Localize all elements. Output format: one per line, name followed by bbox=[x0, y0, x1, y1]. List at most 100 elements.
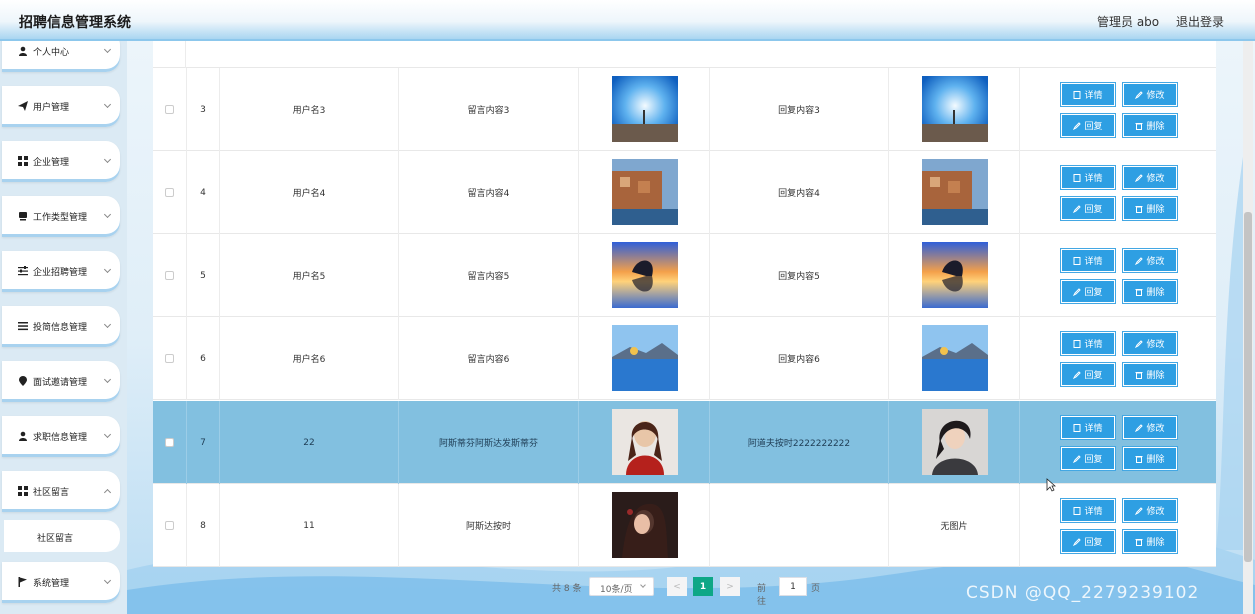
row-message: 阿斯达按时 bbox=[398, 484, 578, 567]
location-icon bbox=[19, 376, 27, 386]
sidebar-item-label: 社区留言 bbox=[33, 488, 70, 498]
detail-button[interactable]: 详情 bbox=[1060, 331, 1116, 356]
detail-button[interactable]: 详情 bbox=[1060, 165, 1116, 190]
row-checkbox-cell[interactable] bbox=[153, 317, 186, 400]
reply-button[interactable]: 回复 bbox=[1060, 446, 1116, 471]
reply-button[interactable]: 回复 bbox=[1060, 279, 1116, 304]
row-checkbox[interactable] bbox=[165, 271, 174, 280]
delete-button[interactable]: 删除 bbox=[1122, 196, 1178, 221]
row-checkbox[interactable] bbox=[165, 354, 174, 363]
logout-link[interactable]: 退出登录 bbox=[1176, 15, 1224, 29]
submenu-item-community-message[interactable]: 社区留言 bbox=[4, 520, 120, 552]
row-username: 用户名5 bbox=[219, 234, 398, 317]
scrollbar-thumb[interactable] bbox=[1244, 212, 1252, 562]
sidebar-item-interview-invitation[interactable]: 面试邀请管理 bbox=[2, 361, 120, 402]
top-bar: 招聘信息管理系统 管理员 abo 退出登录 bbox=[0, 0, 1255, 41]
table-row: 8 11 阿斯达按时 无图片 详情 修改 回复 删除 bbox=[153, 484, 1216, 567]
sidebar-item-label: 企业管理 bbox=[33, 158, 70, 168]
delete-button[interactable]: 删除 bbox=[1122, 529, 1178, 554]
user-icon bbox=[19, 431, 27, 441]
row-index: 8 bbox=[186, 484, 219, 567]
next-page-button[interactable]: > bbox=[720, 577, 740, 596]
row-reply-image-cell bbox=[888, 317, 1019, 400]
trash-icon bbox=[1135, 371, 1143, 379]
row-checkbox[interactable] bbox=[165, 438, 174, 447]
delete-button[interactable]: 删除 bbox=[1122, 446, 1178, 471]
row-checkbox-cell[interactable] bbox=[153, 68, 186, 151]
sidebar-item-personal-center[interactable]: 个人中心 bbox=[2, 41, 120, 72]
row-actions: 详情 修改 回复 删除 bbox=[1019, 234, 1216, 317]
row-message-image-cell bbox=[578, 317, 709, 400]
table-row: 回复 删除 bbox=[153, 41, 1216, 68]
row-actions: 详情 修改 回复 删除 bbox=[1019, 401, 1216, 484]
reply-button[interactable]: 回复 bbox=[1060, 529, 1116, 554]
document-icon bbox=[1073, 339, 1081, 348]
sidebar-item-company-recruitment[interactable]: 企业招聘管理 bbox=[2, 251, 120, 292]
delete-button[interactable]: 删除 bbox=[1122, 279, 1178, 304]
sidebar-item-community-message[interactable]: 社区留言 bbox=[2, 471, 120, 512]
row-message: 留言内容5 bbox=[398, 234, 578, 317]
chevron-down-icon bbox=[103, 375, 112, 384]
row-checkbox[interactable] bbox=[165, 105, 174, 114]
row-username: 22 bbox=[219, 401, 398, 484]
delete-button[interactable]: 删除 bbox=[1122, 113, 1178, 138]
edit-button[interactable]: 修改 bbox=[1122, 82, 1178, 107]
trash-icon bbox=[1135, 288, 1143, 296]
submenu-item-label: 社区留言 bbox=[37, 534, 74, 544]
table-row-selected: 7 22 阿斯蒂芬阿斯达发斯蒂芬 阿道夫按时2222222222 详情 修改 回… bbox=[153, 401, 1216, 484]
detail-button[interactable]: 详情 bbox=[1060, 498, 1116, 523]
trash-icon bbox=[1135, 122, 1143, 130]
admin-user-label[interactable]: 管理员 abo bbox=[1097, 15, 1159, 29]
row-reply bbox=[709, 484, 888, 567]
send-icon bbox=[18, 101, 28, 111]
message-table: 回复 删除 3 用户名3 留言内容3 回复内容3 详情 修改 bbox=[153, 41, 1216, 567]
edit-button[interactable]: 修改 bbox=[1122, 331, 1178, 356]
row-actions: 详情 修改 回复 删除 bbox=[1019, 151, 1216, 234]
sidebar-item-resume-management[interactable]: 投简信息管理 bbox=[2, 306, 120, 347]
sidebar-item-job-type-management[interactable]: 工作类型管理 bbox=[2, 196, 120, 237]
edit-icon bbox=[1073, 370, 1082, 379]
delete-button[interactable]: 删除 bbox=[1122, 362, 1178, 387]
sidebar-item-user-management[interactable]: 用户管理 bbox=[2, 86, 120, 127]
trash-icon bbox=[1135, 455, 1143, 463]
chevron-down-icon bbox=[640, 582, 646, 588]
row-checkbox-cell[interactable] bbox=[153, 234, 186, 317]
edit-button[interactable]: 修改 bbox=[1122, 165, 1178, 190]
document-icon bbox=[1073, 256, 1081, 265]
edit-button[interactable]: 修改 bbox=[1122, 248, 1178, 273]
edit-button[interactable]: 修改 bbox=[1122, 415, 1178, 440]
goto-page-input[interactable]: 1 bbox=[779, 577, 807, 596]
edit-icon bbox=[1135, 256, 1144, 265]
row-message-image-cell bbox=[578, 68, 709, 151]
table-row: 3 用户名3 留言内容3 回复内容3 详情 修改 回复 删除 bbox=[153, 68, 1216, 151]
row-checkbox[interactable] bbox=[165, 521, 174, 530]
sidebar-item-label: 用户管理 bbox=[33, 103, 70, 113]
sidebar-item-label: 求职信息管理 bbox=[33, 433, 88, 443]
prev-page-button[interactable]: < bbox=[667, 577, 687, 596]
page-size-select[interactable]: 10条/页 bbox=[589, 577, 654, 596]
row-checkbox-cell[interactable] bbox=[153, 401, 186, 484]
row-message-image bbox=[612, 409, 678, 475]
grid-icon bbox=[18, 486, 28, 496]
row-index: 3 bbox=[186, 68, 219, 151]
sidebar-item-job-seeking-management[interactable]: 求职信息管理 bbox=[2, 416, 120, 457]
detail-button[interactable]: 详情 bbox=[1060, 248, 1116, 273]
reply-button[interactable]: 回复 bbox=[1060, 362, 1116, 387]
row-reply-image-cell bbox=[888, 68, 1019, 151]
row-checkbox-cell[interactable] bbox=[153, 484, 186, 567]
row-message: 阿斯蒂芬阿斯达发斯蒂芬 bbox=[398, 401, 578, 484]
detail-button[interactable]: 详情 bbox=[1060, 415, 1116, 440]
row-reply: 回复内容5 bbox=[709, 234, 888, 317]
sidebar-item-label: 投简信息管理 bbox=[33, 323, 88, 333]
sidebar-item-system-management[interactable]: 系统管理 bbox=[2, 562, 120, 603]
detail-button[interactable]: 详情 bbox=[1060, 82, 1116, 107]
row-message: 留言内容6 bbox=[398, 317, 578, 400]
page-number-current[interactable]: 1 bbox=[693, 577, 713, 596]
sidebar-item-company-management[interactable]: 企业管理 bbox=[2, 141, 120, 182]
reply-button[interactable]: 回复 bbox=[1060, 113, 1116, 138]
row-checkbox-cell[interactable] bbox=[153, 151, 186, 234]
edit-button[interactable]: 修改 bbox=[1122, 498, 1178, 523]
row-checkbox[interactable] bbox=[165, 188, 174, 197]
row-reply-image-cell bbox=[888, 401, 1019, 484]
reply-button[interactable]: 回复 bbox=[1060, 196, 1116, 221]
